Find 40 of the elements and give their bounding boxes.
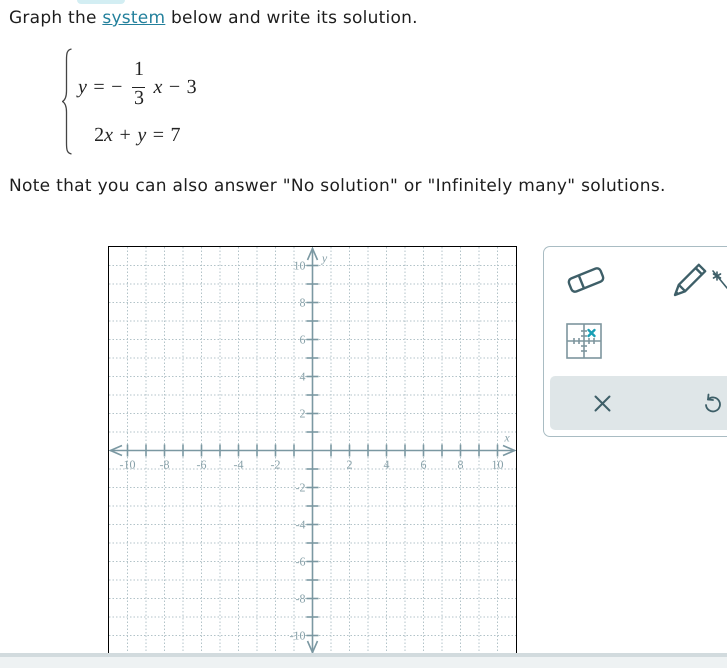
grid-cross-icon[interactable] [566, 323, 602, 359]
fraction-numerator: 1 [134, 59, 144, 79]
tick-label: -2 [270, 458, 280, 472]
equation-text: x − 3 [153, 77, 197, 97]
undo-button[interactable] [703, 393, 721, 413]
axis-label: x [504, 430, 510, 444]
tick-label: -6 [296, 554, 306, 568]
tick-label: 2 [300, 406, 306, 420]
tick-label: 4 [300, 370, 306, 384]
note-text: Note that you can also answer "No solution" or "Infinitely many" solutions. [9, 176, 666, 196]
tick-label: 6 [420, 458, 426, 472]
tick-label: -10 [120, 458, 136, 472]
tick-label: -8 [160, 458, 170, 472]
tick-label: 10 [294, 258, 306, 272]
tick-label: 2 [346, 458, 352, 472]
equation-text: y = − [78, 77, 122, 97]
brace-icon [62, 48, 72, 155]
tick-label: 8 [458, 458, 464, 472]
tick-label: -2 [296, 480, 306, 494]
coordinate-plane[interactable]: -10 -8 -6 -4 -2 2 4 6 8 10 -10 -8 -6 -4 -2 2 4 6 8 10 x y [108, 246, 517, 653]
line-point-icon[interactable] [712, 269, 727, 291]
fraction-denominator: 3 [134, 88, 144, 108]
close-icon [594, 394, 611, 412]
eraser-icon[interactable] [566, 265, 606, 295]
tick-label: 10 [492, 458, 504, 472]
tick-label: -4 [296, 518, 306, 532]
tick-label: 6 [300, 332, 306, 346]
clear-button[interactable] [594, 394, 611, 412]
tick-label: -6 [196, 458, 206, 472]
tick-label: 4 [384, 458, 390, 472]
tick-label: 8 [300, 296, 306, 310]
equation-text: 2x + y = 7 [94, 123, 180, 147]
instruction-text: Graph the system below and write its solution. [9, 8, 418, 28]
tick-label: -10 [290, 628, 306, 642]
tab-edge [77, 0, 125, 4]
system-link[interactable]: system [102, 8, 166, 28]
axis-label: y [322, 251, 328, 265]
undo-icon [703, 393, 721, 413]
tick-label: -4 [234, 458, 244, 472]
tick-label: -8 [296, 592, 306, 606]
